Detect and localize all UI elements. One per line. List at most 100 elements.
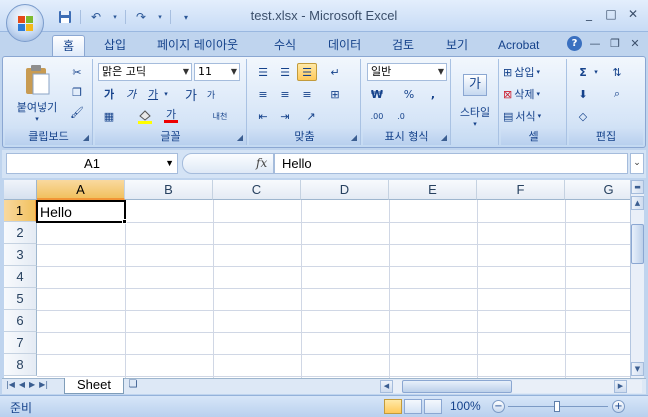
tab-page-layout[interactable]: 페이지 레이아웃 xyxy=(147,35,248,56)
doc-minimize-button[interactable]: — xyxy=(588,37,602,50)
maximize-button[interactable]: □ xyxy=(602,6,620,22)
row-header-2[interactable]: 2 xyxy=(4,222,37,244)
decrease-indent-icon[interactable]: ⇤ xyxy=(253,107,273,125)
fill-handle[interactable] xyxy=(122,219,127,224)
underline-dropdown-icon[interactable]: ▾ xyxy=(161,85,171,103)
scroll-right-icon[interactable]: ▶ xyxy=(614,380,627,393)
tab-home[interactable]: 홈 xyxy=(52,35,86,56)
column-header-d[interactable]: D xyxy=(301,180,389,200)
column-header-g[interactable]: G xyxy=(565,180,630,200)
align-middle-icon[interactable]: ☰ xyxy=(275,63,295,81)
delete-cells-button[interactable]: ⊠ 삭제 ▾ xyxy=(503,85,563,103)
row-header-4[interactable]: 4 xyxy=(4,266,37,288)
tab-view[interactable]: 보기 xyxy=(436,35,478,56)
doc-restore-button[interactable]: ❐ xyxy=(608,37,622,50)
row-header-8[interactable]: 8 xyxy=(4,354,37,376)
phonetic-button[interactable]: 내천 xyxy=(207,107,233,125)
increase-indent-icon[interactable]: ⇥ xyxy=(275,107,295,125)
row-header-7[interactable]: 7 xyxy=(4,332,37,354)
first-sheet-icon[interactable]: |◀ xyxy=(6,380,15,389)
align-right-icon[interactable]: ≡ xyxy=(297,85,317,103)
sort-filter-icon[interactable]: ⇅ xyxy=(607,63,627,81)
format-cells-button[interactable]: ▤ 서식 ▾ xyxy=(503,107,563,125)
zoom-in-icon[interactable]: + xyxy=(612,400,625,413)
zoom-out-icon[interactable]: − xyxy=(492,400,505,413)
select-all-button[interactable] xyxy=(4,180,37,200)
column-header-b[interactable]: B xyxy=(125,180,213,200)
fill-icon[interactable]: ⬇ xyxy=(573,85,593,103)
number-format-combo[interactable]: 일반 ▼ xyxy=(367,63,447,81)
copy-icon[interactable]: ❐ xyxy=(67,83,87,101)
tab-acrobat[interactable]: Acrobat xyxy=(488,35,549,56)
horizontal-scrollbar[interactable]: ◀ ▶ xyxy=(380,380,642,393)
clear-icon[interactable]: ◇ xyxy=(573,107,593,125)
find-select-icon[interactable]: ⌕ xyxy=(607,85,627,103)
fill-color-icon[interactable] xyxy=(135,107,155,125)
tab-data[interactable]: 데이터 xyxy=(318,35,371,56)
zoom-knob[interactable] xyxy=(554,401,560,412)
alignment-launcher-icon[interactable]: ◢ xyxy=(351,133,357,142)
merge-center-icon[interactable]: ⊞ xyxy=(325,85,345,103)
number-launcher-icon[interactable]: ◢ xyxy=(441,133,447,142)
vertical-scroll-thumb[interactable] xyxy=(631,224,644,264)
row-header-5[interactable]: 5 xyxy=(4,288,37,310)
formula-input[interactable]: Hello xyxy=(274,153,628,174)
expand-formula-icon[interactable]: ⌄ xyxy=(630,153,644,174)
font-name-combo[interactable]: 맑은 고딕 ▼ xyxy=(98,63,192,81)
column-header-c[interactable]: C xyxy=(213,180,301,200)
help-icon[interactable]: ? xyxy=(567,36,582,51)
tab-formulas[interactable]: 수식 xyxy=(264,35,306,56)
split-box-icon[interactable]: ▬ xyxy=(631,180,644,194)
font-launcher-icon[interactable]: ◢ xyxy=(237,133,243,142)
autosum-dropdown-icon[interactable]: ▾ xyxy=(591,63,601,81)
underline-button[interactable]: 가 xyxy=(143,85,163,103)
paste-button[interactable]: 붙여넣기 ▾ xyxy=(9,61,65,125)
currency-button[interactable]: ₩ xyxy=(367,85,387,103)
orientation-icon[interactable]: ↗ xyxy=(301,107,321,125)
styles-button[interactable]: 가 스타일 ▾ xyxy=(455,61,495,141)
worksheet-grid[interactable]: A B C D E F G 1 2 3 4 5 6 7 8 Hello xyxy=(4,180,630,378)
last-sheet-icon[interactable]: ▶| xyxy=(39,380,48,389)
clipboard-launcher-icon[interactable]: ◢ xyxy=(83,133,89,142)
normal-view-icon[interactable] xyxy=(384,399,402,414)
office-button[interactable] xyxy=(6,4,44,42)
row-header-6[interactable]: 6 xyxy=(4,310,37,332)
bold-button[interactable]: 가 xyxy=(99,85,119,103)
prev-sheet-icon[interactable]: ◀ xyxy=(19,380,25,389)
align-center-icon[interactable]: ≡ xyxy=(275,85,295,103)
doc-close-button[interactable]: ✕ xyxy=(628,37,642,50)
grow-font-button[interactable]: 가 xyxy=(181,85,201,104)
wrap-text-icon[interactable]: ↵ xyxy=(325,63,345,81)
page-layout-view-icon[interactable] xyxy=(404,399,422,414)
page-break-view-icon[interactable] xyxy=(424,399,442,414)
close-button[interactable]: ✕ xyxy=(624,6,642,22)
font-size-combo[interactable]: 11 ▼ xyxy=(194,63,240,81)
italic-button[interactable]: 가 xyxy=(121,85,141,103)
autosum-button[interactable]: Σ xyxy=(573,63,593,81)
column-header-e[interactable]: E xyxy=(389,180,477,200)
scroll-up-icon[interactable]: ▲ xyxy=(631,196,644,210)
scroll-left-icon[interactable]: ◀ xyxy=(380,380,393,393)
zoom-slider[interactable]: − + xyxy=(492,400,626,414)
shrink-font-button[interactable]: 가 xyxy=(201,85,221,103)
comma-button[interactable]: , xyxy=(423,85,443,103)
increase-decimal-button[interactable]: .00 xyxy=(367,107,387,125)
next-sheet-icon[interactable]: ▶ xyxy=(29,380,35,389)
scroll-down-icon[interactable]: ▼ xyxy=(631,362,644,376)
align-top-icon[interactable]: ☰ xyxy=(253,63,273,81)
column-header-f[interactable]: F xyxy=(477,180,565,200)
decrease-decimal-button[interactable]: .0 xyxy=(391,107,411,125)
minimize-button[interactable]: _ xyxy=(580,6,598,22)
zoom-level[interactable]: 100% xyxy=(450,399,481,413)
tab-review[interactable]: 검토 xyxy=(382,35,424,56)
tab-insert[interactable]: 삽입 xyxy=(94,35,136,56)
cut-icon[interactable]: ✂ xyxy=(67,63,87,81)
font-color-icon[interactable]: 가 xyxy=(161,107,181,125)
row-header-1[interactable]: 1 xyxy=(4,200,37,222)
sheet-tab-sheet[interactable]: Sheet xyxy=(64,378,124,394)
align-left-icon[interactable]: ≡ xyxy=(253,85,273,103)
vertical-scrollbar[interactable]: ▬ ▲ ▼ xyxy=(630,180,644,378)
align-bottom-icon[interactable]: ☰ xyxy=(297,63,317,81)
format-painter-icon[interactable]: 🖌 xyxy=(67,103,87,121)
horizontal-scroll-thumb[interactable] xyxy=(402,380,512,393)
